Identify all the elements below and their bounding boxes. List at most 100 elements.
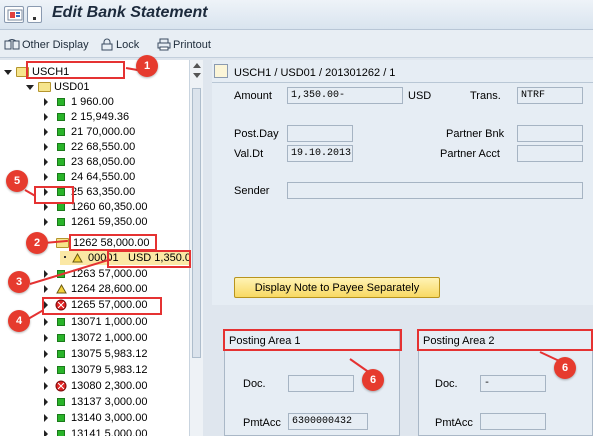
- expand-arrow-icon[interactable]: [44, 203, 48, 211]
- printout-label: Printout: [173, 38, 211, 51]
- sender-label: Sender: [234, 185, 270, 197]
- expand-arrow-icon[interactable]: [44, 285, 48, 293]
- tree-item[interactable]: 13140 3,000.00: [0, 411, 190, 425]
- bullet-icon: [64, 256, 66, 258]
- expand-arrow-icon[interactable]: [44, 350, 48, 358]
- status-green-icon: [57, 203, 65, 211]
- tree-item-label: 25 63,350.00: [71, 186, 136, 198]
- tree-item-label: 13072 1,000.00: [71, 332, 148, 344]
- collapse-arrow-icon[interactable]: [26, 85, 34, 90]
- expand-arrow-icon[interactable]: [44, 318, 48, 326]
- pmtacc-field[interactable]: [480, 413, 546, 430]
- app-menu-icon[interactable]: [4, 6, 24, 23]
- partner-bank-field[interactable]: [517, 125, 583, 142]
- partner-acct-field[interactable]: [517, 145, 583, 162]
- sender-field[interactable]: [287, 182, 583, 199]
- annotation-box: [223, 329, 402, 351]
- expand-arrow-icon[interactable]: [44, 382, 48, 390]
- annotation-box: [417, 329, 593, 351]
- status-green-icon: [57, 128, 65, 136]
- tree-item[interactable]: 22 68,550.00: [0, 140, 190, 154]
- expand-arrow-icon[interactable]: [44, 173, 48, 181]
- status-green-icon: [57, 430, 65, 436]
- tree-item-label: 2 15,949.36: [71, 111, 130, 123]
- tree-scrollbar[interactable]: [189, 60, 203, 436]
- tree-item[interactable]: 13072 1,000.00: [0, 331, 190, 345]
- annotation-badge: 2: [26, 232, 48, 254]
- tree-item[interactable]: 21 70,000.00: [0, 125, 190, 139]
- expand-arrow-icon[interactable]: [44, 98, 48, 106]
- post-day-field[interactable]: [287, 125, 353, 142]
- page-title: Edit Bank Statement: [52, 4, 208, 21]
- annotation-box: [42, 297, 162, 315]
- trans-field[interactable]: NTRF: [517, 87, 583, 104]
- display-note-to-payee-button[interactable]: Display Note to Payee Separately: [234, 277, 440, 298]
- expand-arrow-icon[interactable]: [44, 113, 48, 121]
- currency-label: USD: [408, 90, 432, 102]
- status-green-icon: [57, 318, 65, 326]
- tree-item-label: 13137 3,000.00: [71, 396, 148, 408]
- collapse-arrow-icon[interactable]: [4, 70, 12, 75]
- doc-field[interactable]: [288, 375, 354, 392]
- expand-arrow-icon[interactable]: [44, 158, 48, 166]
- scroll-up-icon[interactable]: [193, 63, 201, 68]
- tree-item[interactable]: 13075 5,983.12: [0, 347, 190, 361]
- printout-button[interactable]: Printout: [157, 37, 211, 52]
- tree-item[interactable]: 13137 3,000.00: [0, 395, 190, 409]
- status-green-icon: [57, 218, 65, 226]
- tree-item[interactable]: 2 15,949.36: [0, 110, 190, 124]
- toggle-tree-icon[interactable]: [214, 64, 228, 78]
- annotation-box: [34, 186, 74, 204]
- title-bar: Edit Bank Statement: [0, 0, 593, 30]
- tree-item-label: 1264 28,600.00: [71, 283, 148, 295]
- pmtacc-field[interactable]: 6300000432: [288, 413, 368, 430]
- annotation-badge: 1: [136, 55, 158, 77]
- value-date-label: Val.Dt: [234, 148, 264, 160]
- system-menu-button[interactable]: [27, 6, 42, 23]
- warning-triangle-icon: [56, 284, 67, 294]
- tree-item[interactable]: 13080 2,300.00: [0, 379, 190, 393]
- printer-icon: [157, 38, 171, 51]
- expand-arrow-icon[interactable]: [44, 143, 48, 151]
- amount-field[interactable]: 1,350.00-: [287, 87, 403, 104]
- expand-arrow-icon[interactable]: [44, 218, 48, 226]
- expand-arrow-icon[interactable]: [44, 128, 48, 136]
- status-green-icon: [57, 350, 65, 358]
- other-display-button[interactable]: Other Display: [4, 37, 89, 52]
- pmtacc-label: PmtAcc: [435, 417, 473, 429]
- pane-splitter[interactable]: [204, 60, 210, 436]
- status-green-icon: [57, 113, 65, 121]
- status-green-icon: [57, 143, 65, 151]
- tree-item-label: 13071 1,000.00: [71, 316, 148, 328]
- tree-item-label: 13141 5,000.00: [71, 428, 148, 436]
- detail-pane: USCH1 / USD01 / 201301262 / 1 Amount 1,3…: [212, 60, 593, 305]
- scroll-thumb[interactable]: [192, 88, 201, 358]
- tree-item-label: 24 64,550.00: [71, 171, 136, 183]
- scroll-down-icon[interactable]: [193, 73, 201, 78]
- tree-item[interactable]: 13079 5,983.12: [0, 363, 190, 377]
- expand-arrow-icon[interactable]: [44, 414, 48, 422]
- expand-arrow-icon[interactable]: [44, 398, 48, 406]
- tree-item[interactable]: 23 68,050.00: [0, 155, 190, 169]
- expand-arrow-icon[interactable]: [44, 334, 48, 342]
- value-date-field[interactable]: 19.10.2013: [287, 145, 353, 162]
- expand-arrow-icon[interactable]: [44, 366, 48, 374]
- annotation-badge: 6: [554, 357, 576, 379]
- tree-item[interactable]: 1 960.00: [0, 95, 190, 109]
- lock-icon: [101, 38, 113, 51]
- expand-arrow-icon[interactable]: [44, 430, 48, 436]
- tree-item-label: 13080 2,300.00: [71, 380, 148, 392]
- partner-bank-label: Partner Bnk: [446, 128, 505, 140]
- tree-node-account[interactable]: USD01: [0, 80, 190, 94]
- lock-button[interactable]: Lock: [100, 37, 139, 52]
- tree-item[interactable]: 1261 59,350.00: [0, 215, 190, 229]
- tree-item[interactable]: 13141 5,000.00: [0, 427, 190, 436]
- doc-field[interactable]: -: [480, 375, 546, 392]
- tree-item[interactable]: 1260 60,350.00: [0, 200, 190, 214]
- status-green-icon: [57, 98, 65, 106]
- status-green-icon: [57, 334, 65, 342]
- partner-acct-label: Partner Acct: [440, 148, 500, 160]
- tree-item-label: 13140 3,000.00: [71, 412, 148, 424]
- detail-header: USCH1 / USD01 / 201301262 / 1: [212, 63, 593, 83]
- tree-item[interactable]: 24 64,550.00: [0, 170, 190, 184]
